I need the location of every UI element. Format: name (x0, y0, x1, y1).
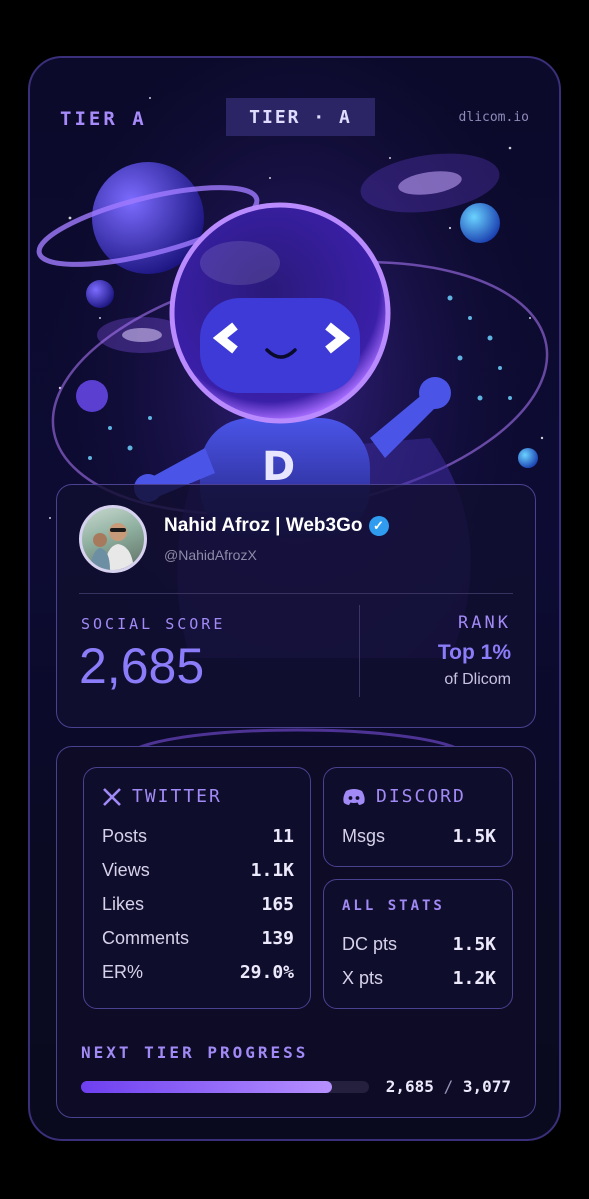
progress-separator: / (443, 1077, 463, 1096)
stat-value: 1.1K (250, 860, 294, 881)
score-divider (359, 605, 360, 697)
stat-label: DC pts (342, 934, 398, 954)
stat-label: Comments (102, 928, 190, 948)
rank-value: Top 1% (437, 641, 511, 664)
progress-target: 3,077 (462, 1077, 511, 1096)
stat-value: 1.5K (452, 934, 496, 955)
space-mascot-artwork: D (30, 58, 559, 848)
rank-label: RANK (458, 613, 511, 633)
domain-label: dlicom.io (458, 110, 529, 125)
display-name-text: Nahid Afroz | Web3Go (164, 515, 363, 536)
user-handle: @NahidAfrozX (164, 547, 257, 563)
rank-subtitle: of Dlicom (444, 671, 511, 688)
twitter-stats-box: TWITTER Posts 11 Views 1.1K Likes 165 Co… (83, 767, 311, 1009)
stat-label: Views (102, 860, 150, 880)
progress-text: 2,685 / 3,077 (386, 1077, 511, 1096)
all-stats-row-x: X pts 1.2K (342, 968, 496, 989)
stat-label: ER% (102, 962, 144, 982)
stat-label: Msgs (342, 826, 386, 846)
social-score-label: SOCIAL SCORE (81, 615, 226, 633)
x-logo-icon (103, 787, 121, 806)
stat-value: 11 (272, 826, 294, 847)
social-score-value: 2,685 (79, 638, 205, 694)
progress-bar-fill (81, 1081, 333, 1093)
stat-value: 165 (261, 894, 294, 915)
twitter-row-comments: Comments 139 (102, 928, 294, 949)
profile-divider (79, 593, 513, 594)
twitter-title: TWITTER (102, 786, 222, 807)
tier-card: D TIER A TIER · A dlicom.io Nahid Afroz … (28, 56, 561, 1141)
stat-value: 1.5K (452, 826, 496, 847)
discord-logo-icon (343, 788, 365, 805)
tier-badge: TIER · A (226, 98, 375, 136)
display-name: Nahid Afroz | Web3Go ✓ (164, 515, 389, 537)
stats-panel: TWITTER Posts 11 Views 1.1K Likes 165 Co… (56, 746, 536, 1118)
twitter-row-er: ER% 29.0% (102, 962, 294, 983)
progress-bar (81, 1081, 369, 1093)
discord-title-text: DISCORD (376, 786, 466, 807)
discord-row-msgs: Msgs 1.5K (342, 826, 496, 847)
discord-title: DISCORD (342, 786, 466, 807)
all-stats-box: ALL STATS DC pts 1.5K X pts 1.2K (323, 879, 513, 1009)
stat-label: X pts (342, 968, 384, 988)
avatar-photo-icon (90, 523, 134, 570)
discord-stats-box: DISCORD Msgs 1.5K (323, 767, 513, 867)
verified-badge-icon: ✓ (368, 515, 389, 536)
tier-label: TIER A (60, 108, 147, 130)
all-stats-title: ALL STATS (342, 898, 445, 914)
twitter-title-text: TWITTER (132, 786, 222, 807)
twitter-row-views: Views 1.1K (102, 860, 294, 881)
twitter-row-likes: Likes 165 (102, 894, 294, 915)
profile-card: Nahid Afroz | Web3Go ✓ @NahidAfrozX SOCIA… (56, 484, 536, 728)
all-stats-row-dc: DC pts 1.5K (342, 934, 496, 955)
stat-value: 139 (261, 928, 294, 949)
twitter-row-posts: Posts 11 (102, 826, 294, 847)
stat-label: Posts (102, 826, 148, 846)
next-tier-progress-label: NEXT TIER PROGRESS (81, 1043, 309, 1062)
stat-label: Likes (102, 894, 145, 914)
avatar[interactable] (79, 505, 147, 573)
stat-value: 1.2K (452, 968, 496, 989)
stat-value: 29.0% (239, 962, 294, 983)
progress-current: 2,685 (385, 1077, 434, 1096)
